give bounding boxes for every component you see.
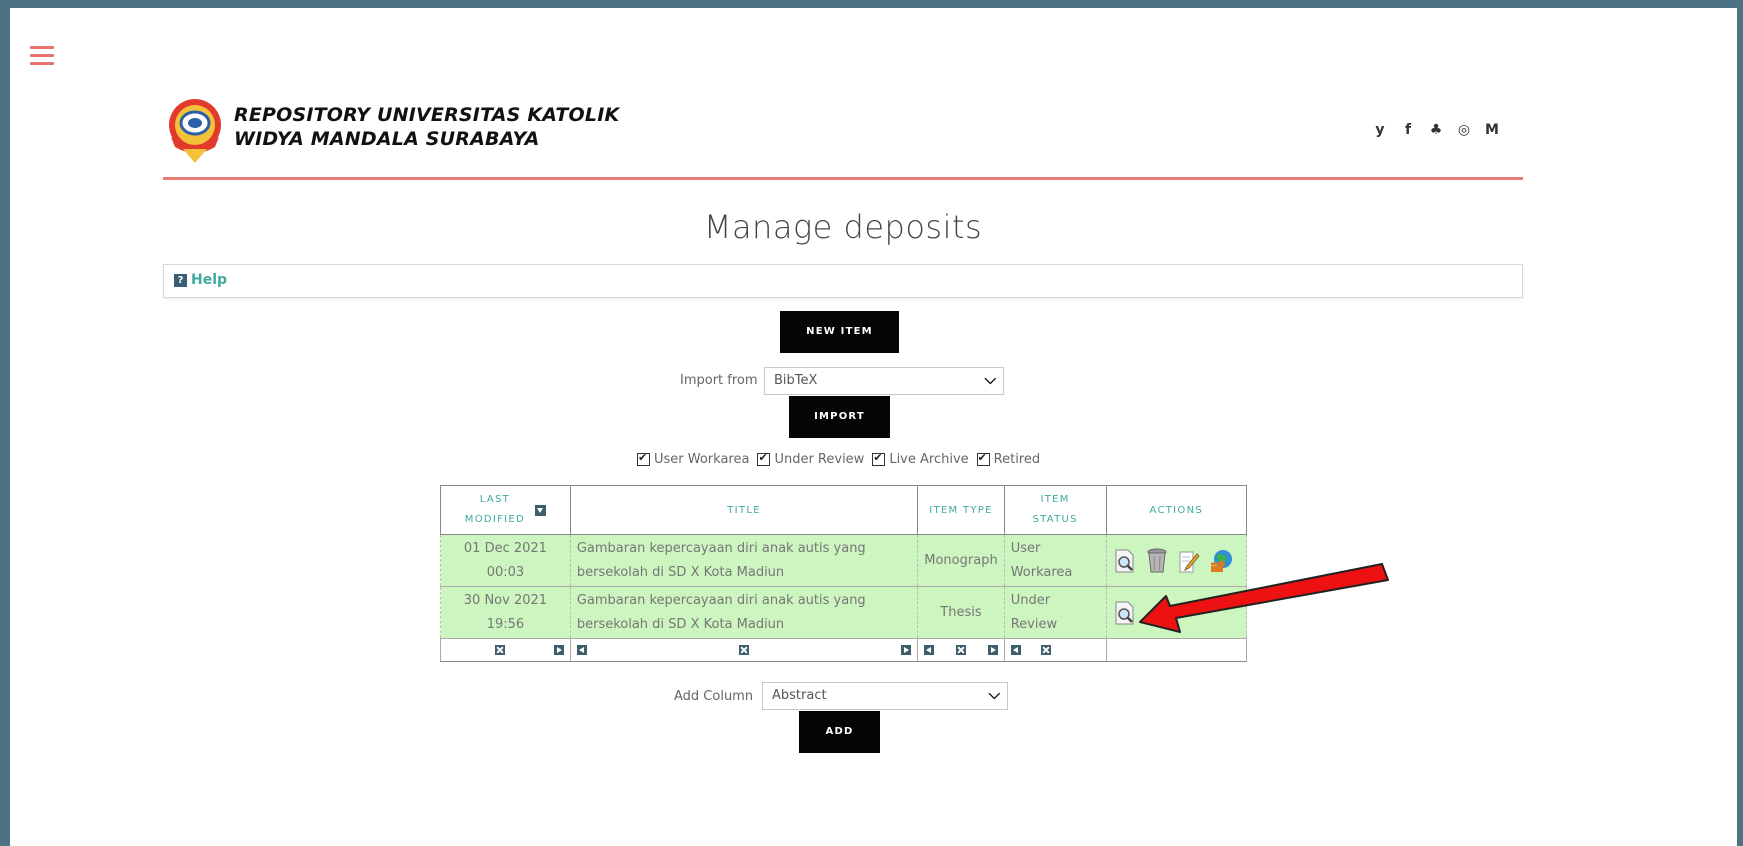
table-row: 30 Nov 2021 19:56 Gambaran kepercayaan d…: [440, 586, 1248, 639]
page-title: Manage deposits: [703, 208, 983, 246]
window-frame-left: [0, 0, 10, 846]
row-title-line2: bersekolah di SD X Kota Madiun: [576, 616, 785, 632]
add-column-button[interactable]: ADD: [799, 711, 880, 753]
help-icon: ?: [174, 273, 187, 287]
filter-under-review[interactable]: Under Review: [757, 451, 865, 467]
column-controls-row: [440, 638, 1248, 662]
move-left-icon[interactable]: [576, 645, 587, 655]
import-button[interactable]: IMPORT: [789, 396, 890, 438]
checkbox-user-workarea[interactable]: [637, 451, 650, 466]
filter-user-workarea[interactable]: User Workarea: [637, 451, 750, 467]
filter-label: Retired: [993, 452, 1041, 467]
social-links: y f ♣ ◎ M: [1366, 122, 1506, 138]
university-logo: [169, 99, 221, 163]
move-left-icon[interactable]: [1010, 645, 1021, 655]
row-status-line1: Under: [1010, 592, 1051, 608]
header-last-modified-line1: LAST: [479, 494, 511, 505]
checkbox-live-archive[interactable]: [872, 451, 886, 466]
col-controls-last-modified: [440, 638, 571, 662]
twitter-icon[interactable]: y: [1366, 122, 1394, 138]
add-column-label: Add Column: [674, 689, 754, 704]
table-row: 01 Dec 2021 00:03 Gambaran kepercayaan d…: [440, 534, 1248, 587]
cell-item-type: Thesis: [917, 586, 1005, 639]
row-date: 01 Dec 2021: [463, 540, 547, 556]
import-format-select[interactable]: BibTeX ⌵: [764, 367, 1004, 395]
help-panel: ? Help: [163, 264, 1523, 298]
table-header-row: LAST MODIFIED TITLE ITEM TYPE ITEM STATU…: [440, 485, 1248, 535]
facebook-icon[interactable]: f: [1394, 122, 1422, 138]
row-status-line1: User: [1010, 540, 1041, 556]
col-controls-title: [569, 638, 919, 662]
cell-title[interactable]: Gambaran kepercayaan diri anak autis yan…: [569, 586, 919, 639]
brand-line-2: WIDYA MANDALA SURABAYA: [234, 128, 540, 150]
checkbox-under-review[interactable]: [757, 451, 771, 466]
cell-item-status: User Workarea: [1003, 534, 1107, 587]
row-time: 19:56: [486, 616, 525, 632]
window-frame-right: [1737, 0, 1743, 846]
instagram-icon[interactable]: ◎: [1450, 122, 1478, 138]
header-last-modified[interactable]: LAST MODIFIED: [440, 485, 571, 535]
header-item-type: ITEM TYPE: [917, 485, 1005, 535]
import-from-label: Import from: [680, 373, 758, 388]
move-right-icon[interactable]: [901, 645, 912, 655]
filter-retired[interactable]: Retired: [976, 451, 1041, 467]
new-item-button[interactable]: NEW ITEM: [780, 311, 899, 353]
add-column-select[interactable]: Abstract ⌵: [762, 682, 1008, 710]
row-title-line1: Gambaran kepercayaan diri anak autis yan…: [576, 592, 866, 608]
site-brand[interactable]: REPOSITORY UNIVERSITAS KATOLIK WIDYA MAN…: [234, 103, 619, 151]
row-status-line2: Review: [1010, 616, 1058, 632]
chevron-down-icon: ⌵: [988, 685, 1000, 703]
brand-line-1: REPOSITORY UNIVERSITAS KATOLIK: [234, 104, 620, 126]
row-title-line1: Gambaran kepercayaan diri anak autis yan…: [576, 540, 866, 556]
chevron-down-icon: ⌵: [984, 370, 996, 388]
header-divider: [163, 177, 1523, 180]
cell-item-status: Under Review: [1003, 586, 1107, 639]
filter-label: User Workarea: [654, 452, 750, 467]
cell-last-modified: 01 Dec 2021 00:03: [440, 534, 571, 587]
col-controls-item-status: [1003, 638, 1107, 662]
add-column-value: Abstract: [772, 688, 827, 703]
row-time: 00:03: [486, 564, 525, 580]
row-date: 30 Nov 2021: [463, 592, 548, 608]
remove-column-icon[interactable]: [955, 645, 966, 655]
move-left-icon[interactable]: [924, 645, 935, 655]
row-title-line2: bersekolah di SD X Kota Madiun: [576, 564, 785, 580]
header-item-status: ITEM STATUS: [1003, 485, 1107, 535]
hamburger-menu-icon[interactable]: [30, 46, 54, 68]
move-right-icon[interactable]: [987, 645, 998, 655]
remove-column-icon[interactable]: [495, 645, 505, 655]
checkbox-retired[interactable]: [976, 451, 990, 466]
header-last-modified-line2: MODIFIED: [464, 514, 526, 525]
header-actions: ACTIONS: [1105, 485, 1248, 535]
col-controls-item-type: [917, 638, 1005, 662]
import-format-value: BibTeX: [774, 373, 818, 388]
sort-descending-icon[interactable]: [535, 504, 547, 516]
snapchat-icon[interactable]: ♣: [1422, 122, 1450, 138]
row-status-line2: Workarea: [1010, 564, 1073, 580]
annotation-arrow: [1139, 563, 1389, 633]
remove-column-icon[interactable]: [739, 645, 750, 655]
help-label: Help: [191, 272, 228, 288]
deposits-table: LAST MODIFIED TITLE ITEM TYPE ITEM STATU…: [440, 485, 1248, 662]
help-link[interactable]: ? Help: [174, 272, 227, 288]
filter-label: Live Archive: [889, 452, 969, 467]
cell-item-type: Monograph: [917, 534, 1005, 587]
filter-live-archive[interactable]: Live Archive: [872, 451, 969, 467]
mendeley-icon[interactable]: M: [1478, 122, 1506, 138]
header-item-status-line1: ITEM: [1040, 494, 1070, 505]
remove-column-icon[interactable]: [1040, 645, 1051, 655]
filter-label: Under Review: [774, 452, 865, 467]
status-filters: User Workarea Under Review Live Archive …: [637, 451, 1041, 467]
header-item-status-line2: STATUS: [1032, 514, 1078, 525]
window-frame-top: [0, 0, 1743, 8]
move-right-icon[interactable]: [553, 645, 564, 655]
cell-title[interactable]: Gambaran kepercayaan diri anak autis yan…: [569, 534, 919, 587]
col-controls-actions: [1105, 638, 1248, 662]
cell-last-modified: 30 Nov 2021 19:56: [440, 586, 571, 639]
header-title: TITLE: [569, 485, 919, 535]
